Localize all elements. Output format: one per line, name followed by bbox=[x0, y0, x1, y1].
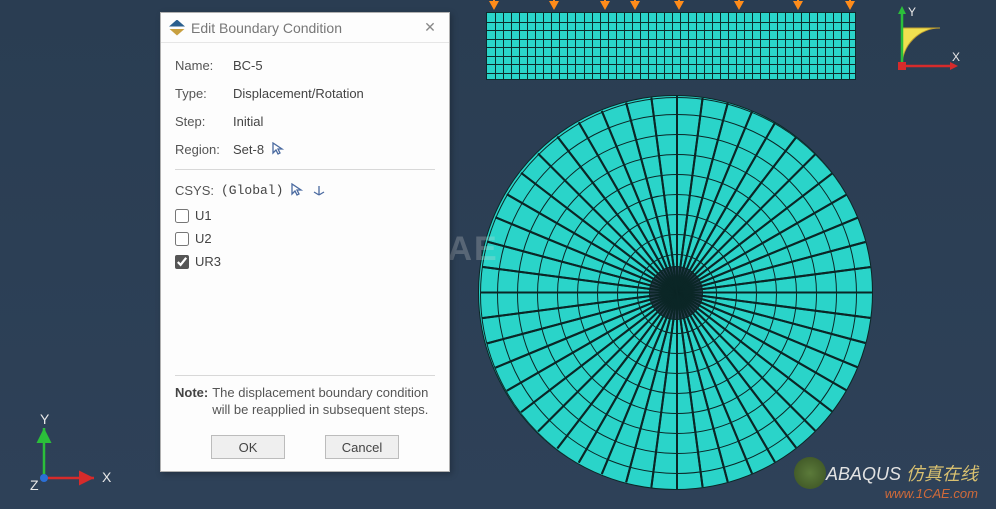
bc-arrow-icon bbox=[674, 1, 684, 10]
viewport-3d[interactable]: X Y Z X Y 1CAE ABAQUS 仿真在线 www.1CAE.com bbox=[0, 0, 996, 509]
region-label: Region: bbox=[175, 142, 233, 157]
u2-label: U2 bbox=[195, 231, 212, 246]
ur3-label: UR3 bbox=[195, 254, 221, 269]
coord-triad-tr: X Y bbox=[890, 6, 960, 86]
name-value: BC-5 bbox=[233, 58, 263, 73]
rect-mesh-grid bbox=[487, 13, 855, 79]
triad-y-label: Y bbox=[40, 414, 50, 427]
bc-arrow-icon bbox=[489, 1, 499, 10]
u1-checkbox[interactable] bbox=[175, 209, 189, 223]
note-label: Note: bbox=[175, 384, 208, 419]
edit-boundary-condition-dialog: Edit Boundary Condition ✕ Name: BC-5 Typ… bbox=[160, 12, 450, 472]
separator bbox=[175, 169, 435, 170]
bc-arrow-icon bbox=[845, 1, 855, 10]
disc-mesh bbox=[478, 95, 873, 490]
ok-button[interactable]: OK bbox=[211, 435, 285, 459]
rect-mesh bbox=[486, 12, 856, 80]
bc-arrow-icon bbox=[734, 1, 744, 10]
step-label: Step: bbox=[175, 114, 233, 129]
csys-label: CSYS: bbox=[175, 183, 221, 198]
close-icon[interactable]: ✕ bbox=[419, 19, 441, 36]
type-value: Displacement/Rotation bbox=[233, 86, 364, 101]
datum-csys-icon[interactable] bbox=[311, 182, 327, 198]
pick-csys-icon[interactable] bbox=[289, 182, 305, 198]
triad-z-label: Z bbox=[30, 477, 39, 493]
region-value: Set-8 bbox=[233, 142, 264, 157]
dialog-titlebar[interactable]: Edit Boundary Condition ✕ bbox=[161, 13, 449, 43]
ur3-checkbox[interactable] bbox=[175, 255, 189, 269]
bc-arrow-icon bbox=[600, 1, 610, 10]
cancel-button[interactable]: Cancel bbox=[325, 435, 399, 459]
bc-arrow-icon bbox=[549, 1, 559, 10]
svg-text:X: X bbox=[952, 50, 960, 64]
bc-arrow-icon bbox=[630, 1, 640, 10]
pick-region-icon[interactable] bbox=[270, 141, 286, 157]
u1-label: U1 bbox=[195, 208, 212, 223]
csys-value: (Global) bbox=[221, 183, 283, 198]
svg-text:Y: Y bbox=[908, 6, 916, 19]
triad-x-label: X bbox=[102, 469, 112, 485]
watermark-bottom-right: ABAQUS 仿真在线 www.1CAE.com bbox=[826, 460, 978, 501]
name-label: Name: bbox=[175, 58, 233, 73]
u2-checkbox[interactable] bbox=[175, 232, 189, 246]
note-text: The displacement boundary condition will… bbox=[212, 384, 435, 419]
abaqus-icon bbox=[169, 20, 185, 36]
step-value: Initial bbox=[233, 114, 263, 129]
bc-arrow-icon bbox=[793, 1, 803, 10]
dialog-title: Edit Boundary Condition bbox=[191, 20, 419, 36]
type-label: Type: bbox=[175, 86, 233, 101]
coord-triad-bl: X Y Z bbox=[30, 414, 120, 494]
watermark-bubble bbox=[794, 457, 826, 489]
